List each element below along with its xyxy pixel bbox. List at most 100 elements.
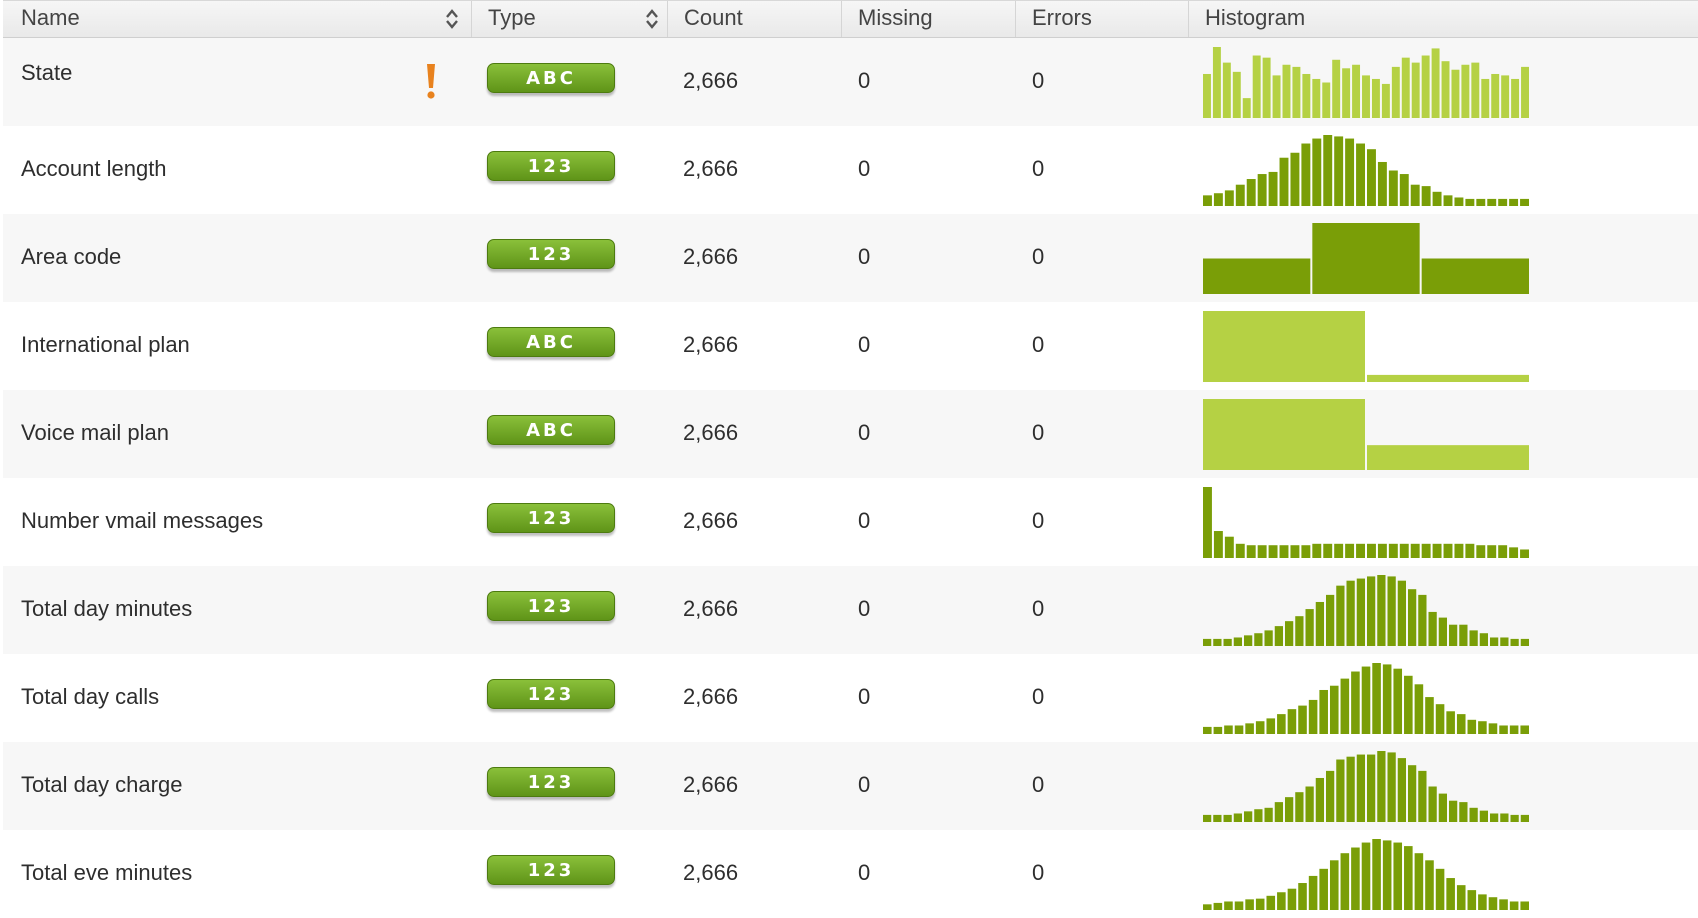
histogram-bar (1262, 57, 1271, 118)
table-row[interactable]: Area code 123 2,666 0 0 (3, 214, 1698, 302)
histogram-bar (1487, 545, 1497, 558)
histogram-bar (1356, 543, 1365, 558)
histogram-bar (1421, 186, 1431, 206)
errors-cell: 0 (1032, 68, 1045, 93)
count-cell: 2,666 (683, 772, 739, 797)
histogram-bar (1305, 609, 1314, 646)
histogram-bar (1213, 531, 1223, 558)
type-badge[interactable]: 123 (487, 767, 615, 797)
table-row[interactable]: Total day minutes 123 2,666 0 0 (3, 566, 1698, 654)
type-badge[interactable]: 123 (487, 679, 615, 709)
histogram-bar (1312, 223, 1420, 294)
type-badge[interactable]: 123 (487, 151, 615, 181)
histogram-bar (1465, 198, 1475, 206)
histogram-bar (1367, 445, 1529, 470)
histogram-bar (1257, 174, 1267, 206)
histogram-bar (1254, 633, 1263, 646)
histogram-bar (1481, 78, 1490, 118)
type-badge[interactable]: ABC (487, 415, 615, 445)
histogram-bar (1421, 55, 1430, 118)
column-header-histogram[interactable]: Histogram (1188, 1, 1698, 37)
histogram-bar (1203, 195, 1212, 206)
histogram-bar (1277, 892, 1286, 910)
histogram-bar (1203, 487, 1212, 558)
histogram-bar (1268, 545, 1278, 558)
histogram-bar (1287, 888, 1297, 910)
histogram-bar (1319, 689, 1328, 734)
histogram-bar (1266, 895, 1276, 910)
count-cell: 2,666 (683, 244, 739, 269)
table-row[interactable]: Total day calls 123 2,666 0 0 (3, 654, 1698, 742)
column-header-name[interactable]: Name (3, 1, 471, 37)
histogram-bar (1449, 624, 1458, 646)
sort-icon[interactable] (645, 8, 659, 30)
table-row[interactable]: Account length 123 2,666 0 0 (3, 126, 1698, 214)
histogram-bar (1510, 814, 1519, 822)
histogram-bar (1521, 66, 1529, 118)
histogram-bar (1367, 543, 1376, 558)
histogram-bar (1488, 897, 1498, 910)
sort-icon[interactable] (445, 8, 459, 30)
histogram-bar (1298, 705, 1307, 734)
histogram-bar (1377, 575, 1386, 646)
histogram-bar (1490, 813, 1499, 822)
histogram-bar (1274, 626, 1283, 646)
column-header-errors[interactable]: Errors (1015, 1, 1188, 37)
histogram-bar (1469, 807, 1478, 822)
histogram-bar (1399, 543, 1409, 558)
histogram-bar (1222, 62, 1231, 118)
histogram-bar (1213, 193, 1223, 206)
table-row[interactable]: Voice mail plan ABC 2,666 0 0 (3, 390, 1698, 478)
histogram-bar (1487, 198, 1497, 206)
histogram-bar (1203, 399, 1365, 470)
type-badge[interactable]: 123 (487, 855, 615, 885)
type-badge[interactable]: ABC (487, 327, 615, 357)
column-name-cell: Account length (21, 156, 167, 181)
column-header-missing[interactable]: Missing (841, 1, 1015, 37)
histogram-bar (1298, 883, 1307, 910)
histogram-bar (1479, 810, 1488, 822)
histogram-bar (1340, 678, 1350, 734)
histogram-bar (1332, 59, 1341, 118)
errors-cell: 0 (1032, 684, 1045, 709)
count-cell: 2,666 (683, 68, 739, 93)
table-row[interactable]: Number vmail messages 123 2,666 0 0 (3, 478, 1698, 566)
missing-cell: 0 (858, 420, 871, 445)
count-cell: 2,666 (683, 684, 739, 709)
histogram-bar (1451, 69, 1460, 118)
histogram-bar (1377, 543, 1387, 558)
histogram-bar (1245, 899, 1254, 910)
column-header-errors-label: Errors (1032, 5, 1092, 30)
histogram-chart (1203, 575, 1529, 646)
histogram-bar (1377, 161, 1387, 206)
type-badge[interactable]: 123 (487, 239, 615, 269)
histogram-bar (1323, 543, 1333, 558)
table-row[interactable]: Total eve minutes 123 2,666 0 0 (3, 830, 1698, 918)
type-badge[interactable]: 123 (487, 503, 615, 533)
histogram-bar (1509, 547, 1519, 558)
table-row[interactable]: Total day charge 123 2,666 0 0 (3, 742, 1698, 830)
histogram-bar (1312, 78, 1321, 118)
histogram-bar (1421, 258, 1529, 294)
histogram-bar (1334, 543, 1344, 558)
histogram-bar (1372, 663, 1381, 734)
histogram-bar (1459, 802, 1468, 822)
missing-cell: 0 (858, 332, 871, 357)
column-header-type[interactable]: Type (471, 1, 667, 37)
column-name-cell: Area code (21, 244, 122, 269)
column-header-count[interactable]: Count (667, 1, 841, 37)
histogram-bar (1245, 723, 1254, 734)
histogram-bar (1290, 152, 1300, 206)
histogram-bar (1399, 174, 1409, 206)
histogram-bar (1213, 902, 1223, 910)
type-badge[interactable]: 123 (487, 591, 615, 621)
type-badge[interactable]: ABC (487, 63, 615, 93)
histogram-bar (1235, 184, 1245, 206)
histogram-bar (1362, 75, 1370, 118)
histogram-bar (1418, 770, 1427, 822)
histogram-bar (1456, 714, 1466, 734)
table-row[interactable]: International plan ABC 2,666 0 0 (3, 302, 1698, 390)
table-row[interactable]: State ABC 2,666 0 0 (3, 38, 1698, 126)
warning-icon[interactable] (425, 62, 437, 100)
histogram-bar (1312, 543, 1322, 558)
